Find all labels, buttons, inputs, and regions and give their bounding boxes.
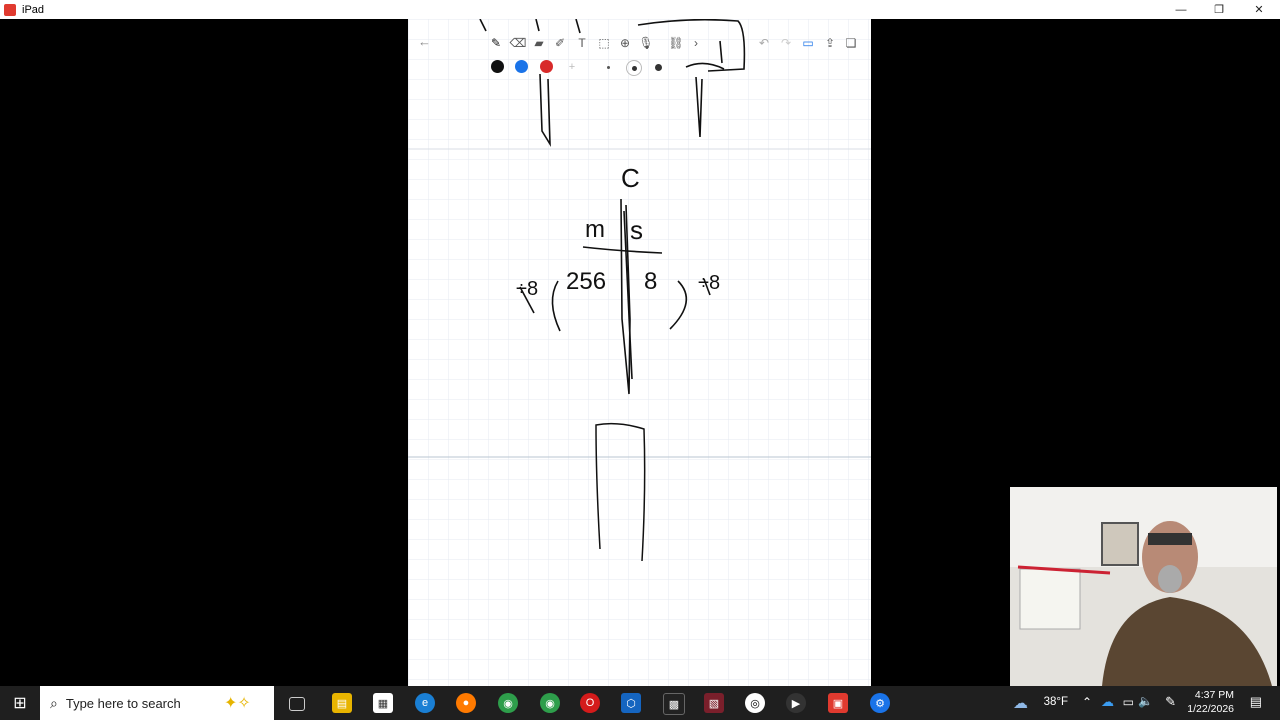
label-s: s (630, 215, 643, 245)
onedrive-icon[interactable]: ☁ (1101, 694, 1114, 710)
chrome-profile-icon[interactable]: ◉ (540, 693, 560, 713)
present-icon[interactable]: ▭ (799, 34, 817, 52)
minimize-button[interactable]: — (1162, 0, 1200, 19)
stroke-large-icon[interactable] (651, 60, 665, 74)
settings-app-icon[interactable]: ⚙ (870, 693, 890, 713)
eraser-icon[interactable]: ⌫ (509, 34, 527, 52)
text-icon[interactable]: T (573, 34, 591, 52)
add-color-icon[interactable]: + (565, 60, 579, 74)
app-icon (4, 3, 16, 16)
clock-time: 4:37 PM (1194, 689, 1234, 701)
value-256: 256 (566, 268, 606, 295)
media-player-icon[interactable]: ▶ (786, 693, 806, 713)
network-icon[interactable]: ▭ (1123, 695, 1134, 709)
weather-temp[interactable]: 38°F (1044, 696, 1068, 708)
copilot-sparkle-icon[interactable]: ✦✧ (224, 693, 251, 713)
close-button[interactable]: ✕ (1240, 0, 1278, 19)
share-icon[interactable]: ⇪ (821, 34, 839, 52)
highlighter-icon[interactable]: ▰ (530, 34, 548, 52)
file-explorer-icon[interactable]: ▤ (332, 693, 352, 713)
clock[interactable]: 4:37 PM 1/22/2026 (1187, 688, 1234, 716)
task-view-icon[interactable] (289, 697, 305, 711)
taskbar: ⊞ ⌕ Type here to search ✦✧ ▤ ▦ e ● ◉ ◉ O… (0, 686, 1280, 720)
webcam-overlay (1010, 487, 1277, 686)
color-blue-swatch[interactable] (515, 60, 528, 73)
link-icon[interactable]: ⛓ (667, 34, 685, 52)
chevron-up-icon[interactable]: ⌃ (1082, 695, 1092, 709)
weather-cloud-icon[interactable]: ☁ (1013, 694, 1028, 712)
screen-mirror-icon[interactable]: ▣ (828, 693, 848, 713)
restore-button[interactable]: ❐ (1200, 0, 1238, 19)
notification-icon[interactable]: ▤ (1250, 694, 1262, 710)
crop-icon[interactable]: ⬚ (595, 34, 613, 52)
grid-paper: C m s 256 8 ÷8 ÷8 (408, 19, 871, 686)
taskbar-search[interactable]: ⌕ Type here to search ✦✧ (40, 686, 274, 720)
window-title: iPad (22, 3, 45, 16)
microphone-icon[interactable]: 🎙 (637, 34, 655, 52)
note-canvas[interactable]: C m s 256 8 ÷8 ÷8 (408, 19, 871, 686)
label-c: C (621, 163, 640, 193)
right-divisor: ÷8 (698, 272, 720, 294)
microsoft-store-icon[interactable]: ▦ (373, 693, 393, 713)
back-arrow-icon[interactable]: ← (418, 34, 431, 49)
volume-icon[interactable]: 🔈 (1138, 694, 1153, 708)
search-placeholder: Type here to search (65, 695, 181, 711)
notes-toolbar: ✎ ⌫ ▰ ✐ T ⬚ ⊕ 🎙 ⛓ › ↶ ↷ ▭ ⇪ ❏ + (479, 30, 869, 78)
clock-date: 1/22/2026 (1187, 703, 1234, 715)
window-titlebar: iPad — ❐ ✕ (0, 0, 1280, 19)
color-red-swatch[interactable] (540, 60, 553, 73)
webcam-feed-image (1010, 487, 1277, 686)
pages-icon[interactable]: ❏ (842, 34, 860, 52)
search-icon: ⌕ (50, 694, 58, 711)
game-icon[interactable]: ▩ (663, 693, 685, 715)
system-tray: ☁ 38°F ⌃ ☁ ▭ 🔈 ✎ 4:37 PM 1/22/2026 ▤ (1000, 686, 1280, 720)
more-chevron-icon[interactable]: › (687, 34, 705, 52)
undo-icon[interactable]: ↶ (755, 34, 773, 52)
add-icon[interactable]: ⊕ (616, 34, 634, 52)
color-black-swatch[interactable] (491, 60, 504, 73)
edge-icon[interactable]: e (415, 693, 435, 713)
pencil-icon[interactable]: ✐ (551, 34, 569, 52)
stroke-medium-icon[interactable] (626, 60, 642, 76)
redo-icon[interactable]: ↷ (777, 34, 795, 52)
label-m: m (585, 216, 605, 243)
windows-start-icon[interactable]: ⊞ (10, 693, 30, 713)
obs-icon[interactable]: ◎ (745, 693, 765, 713)
stroke-small-icon[interactable] (601, 60, 615, 74)
left-divisor: ÷8 (516, 278, 538, 300)
pen-tray-icon[interactable]: ✎ (1165, 694, 1176, 710)
pen-icon[interactable]: ✎ (487, 34, 505, 52)
opera-icon[interactable]: O (580, 693, 600, 713)
app-grid-icon[interactable]: ▧ (704, 693, 724, 713)
value-8: 8 (644, 268, 657, 295)
firefox-icon[interactable]: ● (456, 693, 476, 713)
chrome-icon[interactable]: ◉ (498, 693, 518, 713)
app-shield-icon[interactable]: ⬡ (621, 693, 641, 713)
